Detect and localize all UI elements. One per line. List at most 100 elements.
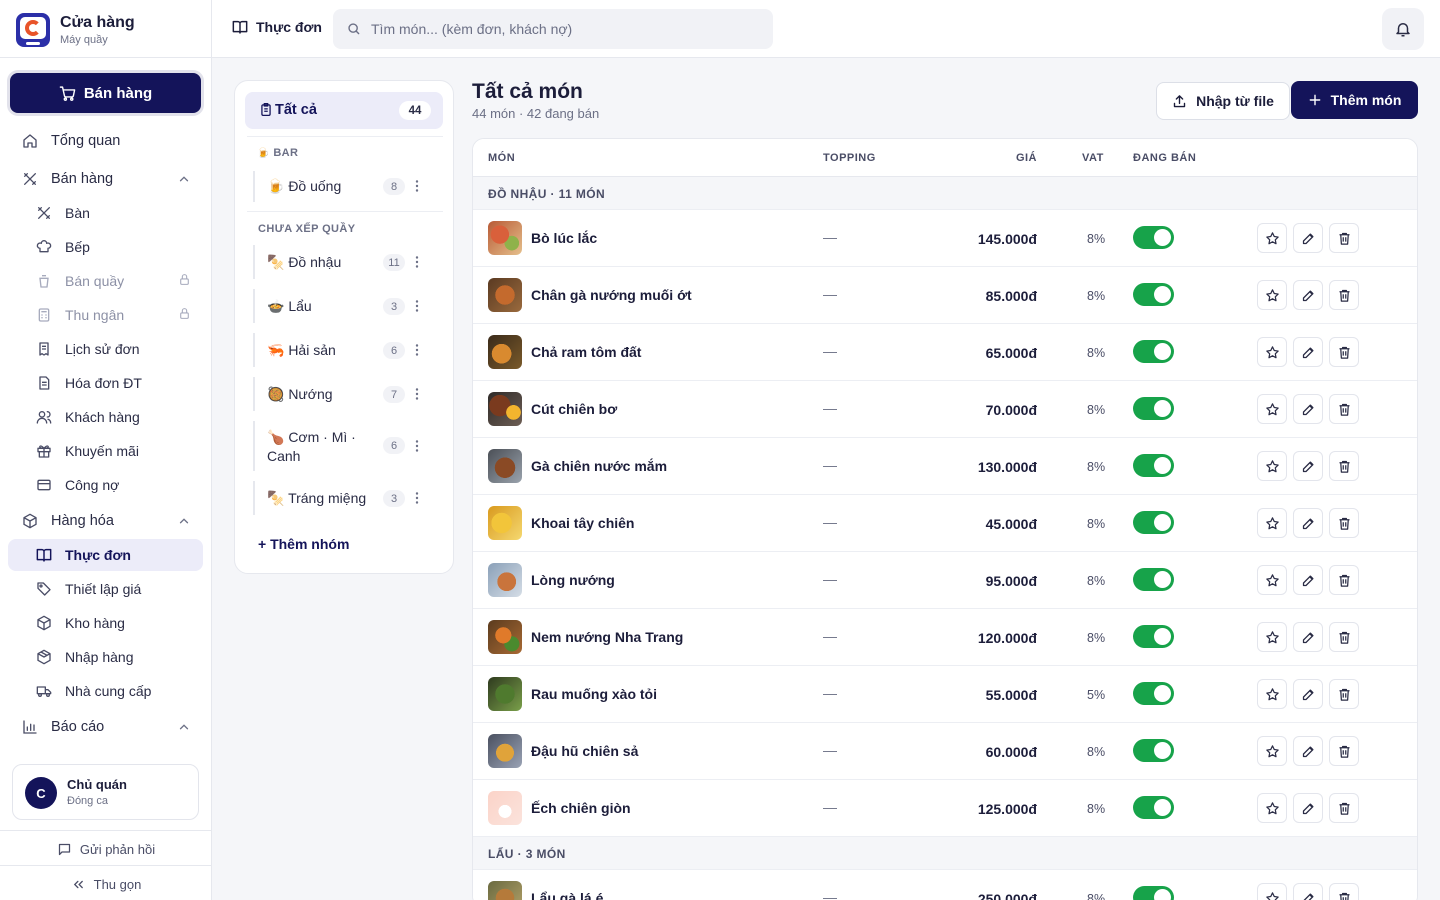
more-vertical-icon[interactable] — [411, 255, 423, 269]
table-row[interactable]: Lẩu gà lá é — 250.000đ 8% — [473, 870, 1417, 900]
category-item[interactable]: 🍺 Đồ uống 8 — [253, 171, 445, 202]
favorite-button[interactable] — [1257, 883, 1287, 900]
nav-order-history[interactable]: Lịch sử đơn — [8, 333, 203, 365]
sell-button[interactable]: Bán hàng — [10, 73, 201, 113]
table-row[interactable]: Lòng nướng — 95.000đ 8% — [473, 552, 1417, 609]
edit-button[interactable] — [1293, 565, 1323, 595]
edit-button[interactable] — [1293, 337, 1323, 367]
favorite-button[interactable] — [1257, 565, 1287, 595]
edit-button[interactable] — [1293, 394, 1323, 424]
table-row[interactable]: Nem nướng Nha Trang — 120.000đ 8% — [473, 609, 1417, 666]
nav-menu[interactable]: Thực đơn — [8, 539, 203, 571]
favorite-button[interactable] — [1257, 223, 1287, 253]
nav-suppliers[interactable]: Nhà cung cấp — [8, 675, 203, 707]
add-group-button[interactable]: + Thêm nhóm — [258, 536, 349, 552]
table-row[interactable]: Đậu hũ chiên sả — 60.000đ 8% — [473, 723, 1417, 780]
table-row[interactable]: Chả ram tôm đất — 65.000đ 8% — [473, 324, 1417, 381]
on-sale-toggle[interactable] — [1133, 796, 1174, 819]
more-vertical-icon[interactable] — [411, 299, 423, 313]
edit-button[interactable] — [1293, 280, 1323, 310]
nav-warehouse[interactable]: Kho hàng — [8, 607, 203, 639]
edit-button[interactable] — [1293, 451, 1323, 481]
edit-button[interactable] — [1293, 223, 1323, 253]
nav-e-invoice[interactable]: Hóa đơn ĐT — [8, 367, 203, 399]
favorite-button[interactable] — [1257, 451, 1287, 481]
import-button[interactable]: Nhập từ file — [1156, 82, 1290, 120]
delete-button[interactable] — [1329, 337, 1359, 367]
on-sale-toggle[interactable] — [1133, 568, 1174, 591]
notification-button[interactable] — [1382, 8, 1424, 50]
on-sale-toggle[interactable] — [1133, 739, 1174, 762]
feedback-button[interactable]: Gửi phản hồi — [0, 838, 212, 860]
user-card[interactable]: C Chủ quán Đóng ca — [12, 764, 199, 820]
delete-button[interactable] — [1329, 394, 1359, 424]
on-sale-toggle[interactable] — [1133, 511, 1174, 534]
nav-tables[interactable]: Bàn — [8, 197, 203, 229]
delete-button[interactable] — [1329, 223, 1359, 253]
edit-button[interactable] — [1293, 622, 1323, 652]
table-row[interactable]: Khoai tây chiên — 45.000đ 8% — [473, 495, 1417, 552]
favorite-button[interactable] — [1257, 679, 1287, 709]
favorite-button[interactable] — [1257, 736, 1287, 766]
category-item[interactable]: 🥘 Nướng 7 — [253, 377, 445, 411]
more-vertical-icon[interactable] — [411, 491, 423, 505]
delete-button[interactable] — [1329, 883, 1359, 900]
on-sale-toggle[interactable] — [1133, 397, 1174, 420]
table-row[interactable]: Gà chiên nước mắm — 130.000đ 8% — [473, 438, 1417, 495]
nav-counter-sales[interactable]: Bán quầy — [8, 265, 203, 297]
search-input[interactable] — [371, 9, 761, 49]
table-row[interactable]: Rau muống xào tỏi — 55.000đ 5% — [473, 666, 1417, 723]
table-row[interactable]: Bò lúc lắc — 145.000đ 8% — [473, 210, 1417, 267]
on-sale-toggle[interactable] — [1133, 454, 1174, 477]
edit-button[interactable] — [1293, 508, 1323, 538]
favorite-button[interactable] — [1257, 508, 1287, 538]
more-vertical-icon[interactable] — [411, 343, 423, 357]
nav-pricing[interactable]: Thiết lập giá — [8, 573, 203, 605]
edit-button[interactable] — [1293, 793, 1323, 823]
more-vertical-icon[interactable] — [411, 179, 423, 193]
edit-button[interactable] — [1293, 679, 1323, 709]
add-item-button[interactable]: Thêm món — [1291, 81, 1418, 119]
more-vertical-icon[interactable] — [411, 439, 423, 453]
on-sale-toggle[interactable] — [1133, 340, 1174, 363]
nav-customers[interactable]: Khách hàng — [8, 401, 203, 433]
more-vertical-icon[interactable] — [411, 387, 423, 401]
delete-button[interactable] — [1329, 679, 1359, 709]
nav-stock-in[interactable]: Nhập hàng — [8, 641, 203, 673]
nav-group-goods[interactable]: Hàng hóa — [8, 505, 203, 537]
favorite-button[interactable] — [1257, 622, 1287, 652]
on-sale-toggle[interactable] — [1133, 886, 1174, 900]
category-all[interactable]: Tất cả 44 — [245, 92, 443, 129]
category-item[interactable]: 🍢 Đồ nhậu 11 — [253, 245, 445, 279]
delete-button[interactable] — [1329, 793, 1359, 823]
favorite-button[interactable] — [1257, 793, 1287, 823]
nav-group-reports[interactable]: Báo cáo — [8, 711, 203, 743]
nav-promotions[interactable]: Khuyến mãi — [8, 435, 203, 467]
collapse-button[interactable]: Thu gọn — [0, 873, 212, 895]
delete-button[interactable] — [1329, 280, 1359, 310]
delete-button[interactable] — [1329, 565, 1359, 595]
delete-button[interactable] — [1329, 622, 1359, 652]
delete-button[interactable] — [1329, 736, 1359, 766]
delete-button[interactable] — [1329, 451, 1359, 481]
table-row[interactable]: Chân gà nướng muối ớt — 85.000đ 8% — [473, 267, 1417, 324]
edit-button[interactable] — [1293, 736, 1323, 766]
nav-group-sales[interactable]: Bán hàng — [8, 163, 203, 195]
on-sale-toggle[interactable] — [1133, 625, 1174, 648]
table-row[interactable]: Ếch chiên giòn — 125.000đ 8% — [473, 780, 1417, 837]
nav-kitchen[interactable]: Bếp — [8, 231, 203, 263]
delete-button[interactable] — [1329, 508, 1359, 538]
category-item[interactable]: 🦐 Hải sản 6 — [253, 333, 445, 367]
edit-button[interactable] — [1293, 883, 1323, 900]
favorite-button[interactable] — [1257, 280, 1287, 310]
favorite-button[interactable] — [1257, 337, 1287, 367]
category-item[interactable]: 🍢 Tráng miệng 3 — [253, 481, 445, 515]
category-item[interactable]: 🍗 Cơm · Mì · Canh 6 — [253, 421, 445, 471]
on-sale-toggle[interactable] — [1133, 226, 1174, 249]
nav-cashier[interactable]: Thu ngân — [8, 299, 203, 331]
nav-debts[interactable]: Công nợ — [8, 469, 203, 501]
on-sale-toggle[interactable] — [1133, 682, 1174, 705]
category-item[interactable]: 🍲 Lẩu 3 — [253, 289, 445, 323]
on-sale-toggle[interactable] — [1133, 283, 1174, 306]
nav-overview[interactable]: Tổng quan — [8, 125, 203, 157]
